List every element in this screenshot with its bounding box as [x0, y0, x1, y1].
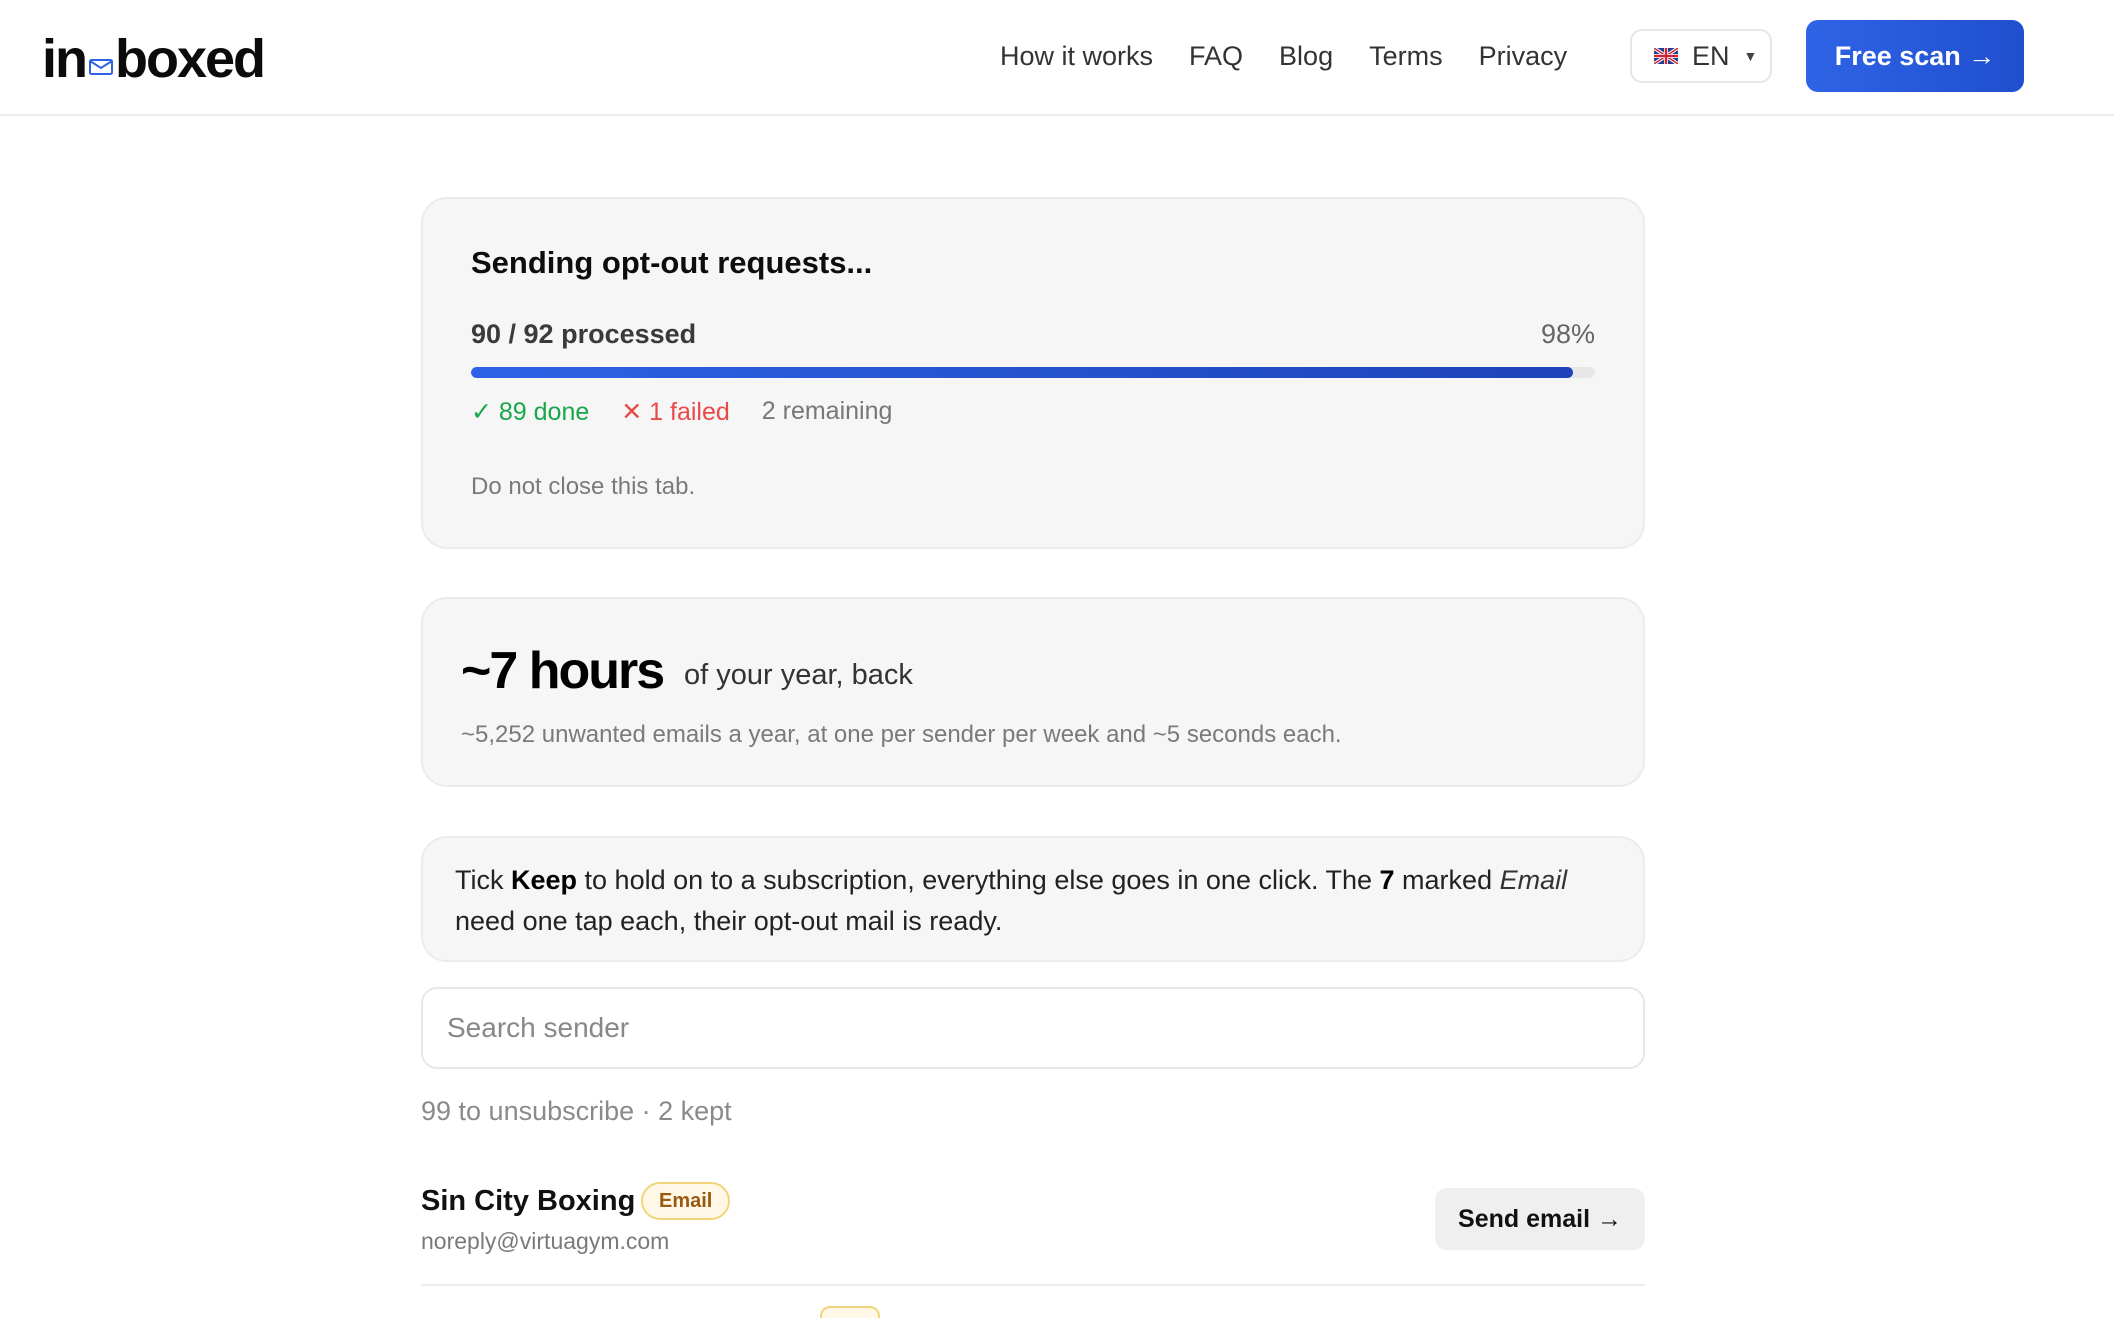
caret-down-icon: ▼: [1743, 48, 1758, 64]
language-selector[interactable]: EN ▼: [1630, 29, 1772, 83]
nav-terms[interactable]: Terms: [1369, 41, 1443, 72]
progress-bar-fill: [471, 367, 1573, 378]
hours-headline: ~7 hours: [461, 642, 665, 700]
hours-detail: ~5,252 unwanted emails a year, at one pe…: [461, 721, 1342, 748]
sender-email: noreply@virtuagym.com: [421, 1228, 670, 1254]
hours-subline: of your year, back: [684, 659, 913, 691]
info-text: Tick Keep to hold on to a subscription, …: [455, 860, 1625, 942]
email-badge: Email: [641, 1182, 731, 1220]
failed-count: ✕ 1 failed: [621, 398, 730, 426]
info-card: Tick Keep to hold on to a subscription, …: [421, 836, 1645, 962]
language-label: EN: [1692, 40, 1730, 71]
savings-card: ~7 hours of your year, back ~5,252 unwan…: [421, 597, 1645, 787]
done-count: ✓ 89 done: [471, 398, 590, 426]
close-tab-note: Do not close this tab.: [471, 473, 696, 500]
logo[interactable]: in boxed: [42, 28, 266, 90]
info-text-part: need one tap each, their opt-out mail is…: [455, 906, 1003, 936]
uk-flag-icon: [1654, 48, 1678, 64]
logo-text-left: in: [42, 29, 88, 89]
send-email-button[interactable]: Send email →: [1435, 1188, 1645, 1250]
email-word: Email: [1499, 865, 1568, 895]
info-text-part: to hold on to a subscription, everything…: [577, 865, 1380, 895]
next-row-badge: [820, 1306, 880, 1318]
nav-blog[interactable]: Blog: [1279, 41, 1333, 72]
free-scan-button[interactable]: Free scan →: [1806, 20, 2024, 92]
top-header: in boxed How it works FAQ Blog Terms Pri…: [0, 0, 2114, 116]
logo-text-right: boxed: [115, 29, 266, 89]
keep-word: Keep: [511, 865, 578, 895]
envelope-icon: [89, 59, 113, 75]
sender-name: Sin City Boxing: [421, 1185, 636, 1217]
progress-stats: ✓ 89 done ✕ 1 failed 2 remaining: [471, 397, 892, 427]
remaining-count: 2 remaining: [761, 397, 893, 425]
nav-faq[interactable]: FAQ: [1189, 41, 1243, 72]
nav-privacy[interactable]: Privacy: [1479, 41, 1568, 72]
info-text-part: marked: [1394, 865, 1500, 895]
main-nav: How it works FAQ Blog Terms Privacy: [1000, 0, 1603, 112]
progress-card: Sending opt-out requests... 90 / 92 proc…: [421, 197, 1645, 549]
search-sender-input[interactable]: [421, 987, 1645, 1069]
progress-title: Sending opt-out requests...: [471, 245, 873, 280]
sender-row: Sin City Boxing Email noreply@virtuagym.…: [421, 1170, 1645, 1286]
processed-count: 90 / 92 processed: [471, 319, 697, 349]
email-count: 7: [1379, 865, 1395, 895]
progress-bar-track: [471, 367, 1595, 378]
progress-percent: 98%: [1540, 319, 1595, 349]
info-text-part: Tick: [455, 865, 511, 895]
nav-how-it-works[interactable]: How it works: [1000, 41, 1153, 72]
subscription-counts: 99 to unsubscribe · 2 kept: [421, 1096, 732, 1126]
